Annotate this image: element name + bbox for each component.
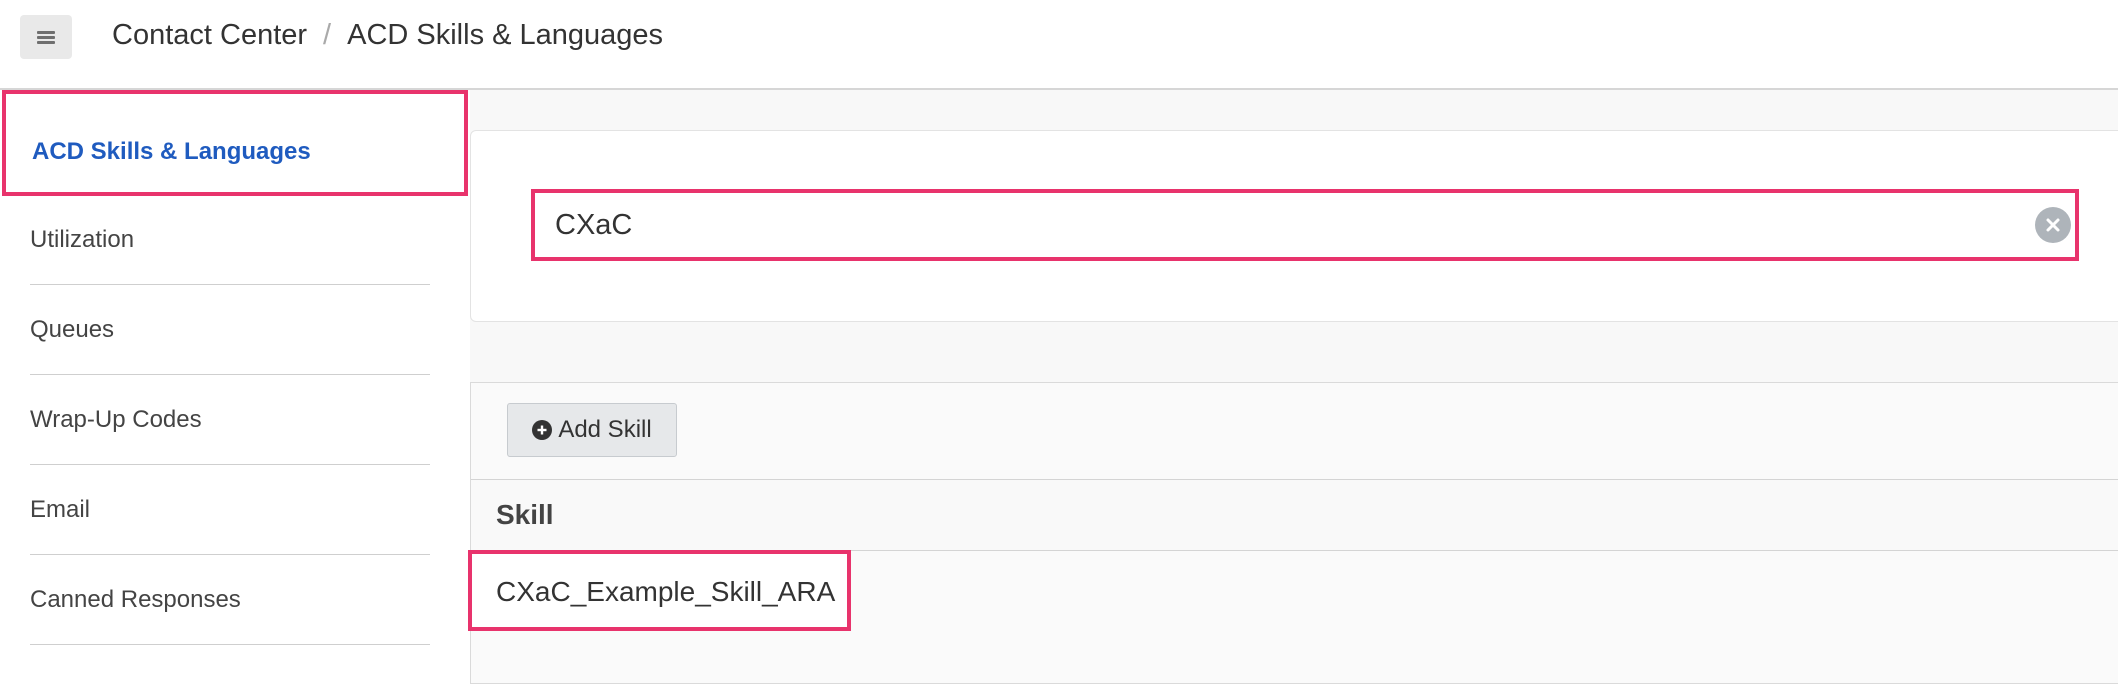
sidebar-item-wrap-up-codes[interactable]: Wrap-Up Codes xyxy=(30,376,430,465)
plus-circle-icon xyxy=(532,420,553,440)
sidebar-item-acd-skills[interactable]: ACD Skills & Languages xyxy=(2,90,468,196)
sidebar-item-label: Email xyxy=(30,496,91,523)
breadcrumb-separator: / xyxy=(323,19,332,51)
sidebar-item-label: ACD Skills & Languages xyxy=(32,138,311,165)
breadcrumb-item-contact-center[interactable]: Contact Center xyxy=(112,19,307,52)
search-box[interactable] xyxy=(531,189,2079,261)
top-bar: Contact Center / ACD Skills & Languages xyxy=(0,0,2118,90)
column-header-skill[interactable]: Skill xyxy=(496,499,554,531)
sidebar-item-queues[interactable]: Queues xyxy=(30,286,430,375)
breadcrumb-item-current: ACD Skills & Languages xyxy=(347,19,664,51)
search-input[interactable] xyxy=(555,205,1995,245)
sidebar-item-label: Queues xyxy=(30,316,115,343)
clear-x-icon xyxy=(2046,218,2060,232)
hamburger-icon xyxy=(37,30,55,44)
sidebar-item-utilization[interactable]: Utilization xyxy=(30,196,430,285)
skill-name-cell[interactable]: CXaC_Example_Skill_ARA xyxy=(496,576,835,608)
breadcrumb: Contact Center / ACD Skills & Languages xyxy=(112,19,663,52)
skills-table-panel: Add Skill Skill CXaC_Example_Skill_ARA xyxy=(468,382,2118,684)
search-panel xyxy=(470,130,2118,322)
table-row[interactable]: CXaC_Example_Skill_ARA xyxy=(468,550,851,631)
main-content: Add Skill Skill CXaC_Example_Skill_ARA xyxy=(468,90,2118,684)
add-skill-button[interactable]: Add Skill xyxy=(507,403,677,457)
sidebar: ACD Skills & Languages Utilization Queue… xyxy=(0,90,470,662)
sidebar-item-label: Utilization xyxy=(30,226,135,253)
table-header: Skill xyxy=(471,479,2118,551)
sidebar-item-label: Canned Responses xyxy=(30,586,241,613)
sidebar-item-label: Wrap-Up Codes xyxy=(30,406,202,433)
sidebar-item-email[interactable]: Email xyxy=(30,466,430,555)
sidebar-item-canned-responses[interactable]: Canned Responses xyxy=(30,556,430,645)
menu-toggle-button[interactable] xyxy=(20,15,72,59)
clear-search-button[interactable] xyxy=(2035,207,2071,243)
add-skill-label: Add Skill xyxy=(558,416,652,443)
